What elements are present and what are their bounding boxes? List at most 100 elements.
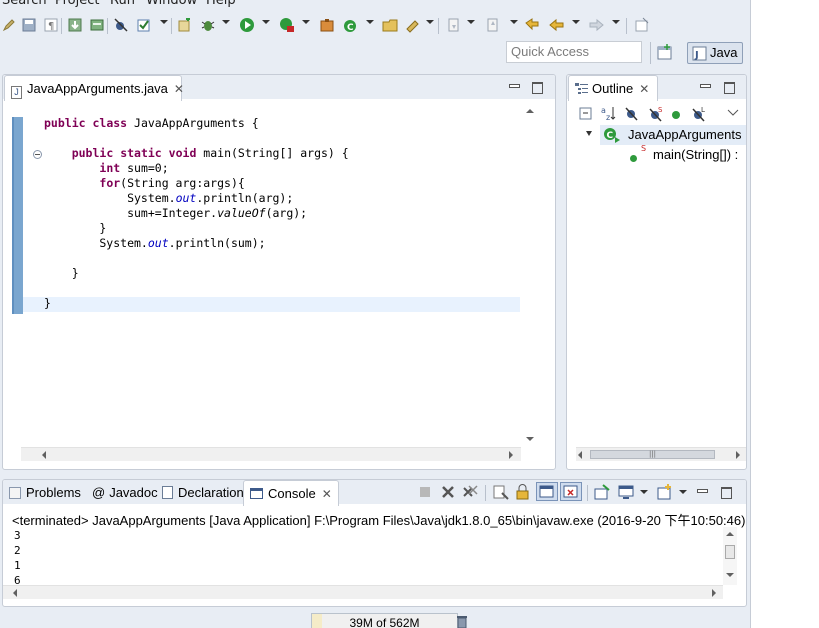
hide-local-types-icon[interactable]: L xyxy=(691,106,707,125)
close-icon[interactable]: ✕ xyxy=(174,82,184,96)
forward-arrow-icon[interactable] xyxy=(588,17,604,33)
maximize-icon[interactable] xyxy=(532,82,543,94)
download-icon[interactable] xyxy=(67,17,83,33)
debug-bug-icon[interactable] xyxy=(200,17,216,33)
next-annotation-dropdown[interactable] xyxy=(467,20,475,24)
task-dropdown[interactable] xyxy=(160,20,168,24)
outline-class-node[interactable]: C JavaAppArguments xyxy=(586,125,746,145)
remove-all-terminated-icon[interactable] xyxy=(462,484,478,503)
open-type-icon[interactable] xyxy=(382,17,398,33)
expand-triangle-icon[interactable] xyxy=(586,131,592,136)
scroll-down-arrow[interactable] xyxy=(726,573,734,577)
previous-annotation-icon[interactable] xyxy=(485,17,501,33)
minimize-icon[interactable] xyxy=(700,82,711,92)
tab-javadoc[interactable]: @ Javadoc xyxy=(92,485,158,500)
task-checkbox-icon[interactable] xyxy=(136,17,152,33)
show-on-output-icon[interactable] xyxy=(536,482,558,501)
search-flashlight-icon[interactable] xyxy=(405,17,421,33)
new-class-dropdown[interactable] xyxy=(366,20,374,24)
outline-horizontal-scrollbar[interactable]: ||| xyxy=(576,447,746,461)
scroll-up-arrow[interactable] xyxy=(726,532,734,536)
code-editor[interactable]: public class JavaAppArguments { public s… xyxy=(44,116,349,311)
pencil-icon[interactable] xyxy=(1,17,17,33)
console-vertical-scrollbar[interactable] xyxy=(723,527,737,585)
menu-window[interactable]: Window xyxy=(146,0,197,8)
tab-console[interactable]: Console ✕ xyxy=(243,480,339,506)
scroll-right-arrow[interactable] xyxy=(712,589,716,597)
maximize-icon[interactable] xyxy=(724,82,735,94)
show-on-error-icon[interactable] xyxy=(560,482,582,501)
scrollbar-thumb[interactable] xyxy=(725,545,735,559)
new-java-project-icon[interactable] xyxy=(176,17,192,33)
terminate-icon[interactable] xyxy=(419,486,431,501)
previous-annotation-dropdown[interactable] xyxy=(510,20,518,24)
outline-method-node[interactable]: S main(String[]) : xyxy=(629,144,739,165)
pin-console-icon[interactable] xyxy=(594,484,610,503)
remove-launch-icon[interactable] xyxy=(441,485,455,502)
back-arrow-icon[interactable] xyxy=(549,17,565,33)
clear-console-icon[interactable] xyxy=(493,484,509,503)
java-perspective-button[interactable]: J Java xyxy=(687,42,743,64)
collapse-all-icon[interactable] xyxy=(579,107,593,124)
search-dropdown[interactable] xyxy=(426,20,434,24)
editor-vertical-scrollbar[interactable] xyxy=(523,105,537,447)
minimize-icon[interactable] xyxy=(697,487,708,497)
maximize-icon[interactable] xyxy=(721,487,732,499)
display-console-icon[interactable] xyxy=(618,484,634,503)
open-perspective-icon[interactable] xyxy=(656,44,674,62)
skip-breakpoints-icon[interactable] xyxy=(113,17,129,33)
display-console-dropdown[interactable] xyxy=(640,490,648,494)
scroll-left-arrow[interactable] xyxy=(42,451,46,459)
console-output[interactable]: 3216 xyxy=(14,528,21,588)
hide-fields-icon[interactable] xyxy=(624,106,640,125)
quick-access-input[interactable]: Quick Access xyxy=(506,41,642,63)
menu-project[interactable]: Project xyxy=(55,0,99,8)
minimize-icon[interactable] xyxy=(509,82,520,92)
editor-horizontal-scrollbar[interactable] xyxy=(21,447,521,461)
server-icon[interactable] xyxy=(89,17,105,33)
run-dropdown[interactable] xyxy=(262,20,270,24)
last-edit-location-icon[interactable] xyxy=(524,17,540,33)
heap-status[interactable]: 39M of 562M xyxy=(311,613,458,628)
open-console-dropdown[interactable] xyxy=(679,490,687,494)
menu-help[interactable]: Help xyxy=(206,0,236,8)
console-horizontal-scrollbar[interactable] xyxy=(3,585,723,599)
new-class-icon[interactable]: C xyxy=(342,17,358,33)
scroll-left-arrow[interactable] xyxy=(578,451,582,459)
tab-declaration[interactable]: Declaration xyxy=(162,485,244,500)
hide-static-icon[interactable]: S xyxy=(648,106,664,125)
tab-outline[interactable]: Outline ✕ xyxy=(568,75,658,101)
scroll-right-arrow[interactable] xyxy=(736,451,740,459)
forward-dropdown[interactable] xyxy=(612,20,620,24)
close-icon[interactable]: ✕ xyxy=(322,487,332,501)
save-icon[interactable] xyxy=(21,17,37,33)
menu-search[interactable]: Search xyxy=(2,0,47,8)
scroll-down-arrow[interactable] xyxy=(526,437,534,441)
run-coverage-icon[interactable] xyxy=(279,17,295,33)
scroll-left-arrow[interactable] xyxy=(13,589,17,597)
fold-collapse-icon[interactable] xyxy=(33,150,42,159)
external-tools-icon[interactable] xyxy=(319,17,335,33)
scrollbar-thumb[interactable]: ||| xyxy=(590,450,715,459)
scroll-lock-icon[interactable] xyxy=(515,484,531,503)
next-annotation-icon[interactable] xyxy=(446,17,462,33)
show-whitespace-icon[interactable]: ¶ xyxy=(43,17,59,33)
scroll-up-arrow[interactable] xyxy=(526,109,534,113)
close-icon[interactable]: ✕ xyxy=(639,82,649,96)
tab-javaapparguments-java[interactable]: J JavaAppArguments.java ✕ xyxy=(4,75,184,101)
sort-az-icon[interactable]: az xyxy=(601,105,617,124)
svg-text:z: z xyxy=(606,113,610,121)
scroll-right-arrow[interactable] xyxy=(509,451,513,459)
garbage-collect-icon[interactable] xyxy=(456,615,468,628)
open-console-icon[interactable] xyxy=(657,484,673,503)
back-dropdown[interactable] xyxy=(572,20,580,24)
debug-dropdown[interactable] xyxy=(222,20,230,24)
menu-run[interactable]: Run xyxy=(110,0,135,8)
coverage-dropdown[interactable] xyxy=(302,20,310,24)
tab-problems[interactable]: Problems xyxy=(9,485,81,500)
pin-editor-icon[interactable] xyxy=(634,17,650,33)
public-member-icon[interactable] xyxy=(671,109,681,123)
view-menu-chevron-icon[interactable] xyxy=(727,107,739,121)
outline-method-label: main(String[]) : xyxy=(653,147,739,162)
run-icon[interactable] xyxy=(239,17,255,33)
